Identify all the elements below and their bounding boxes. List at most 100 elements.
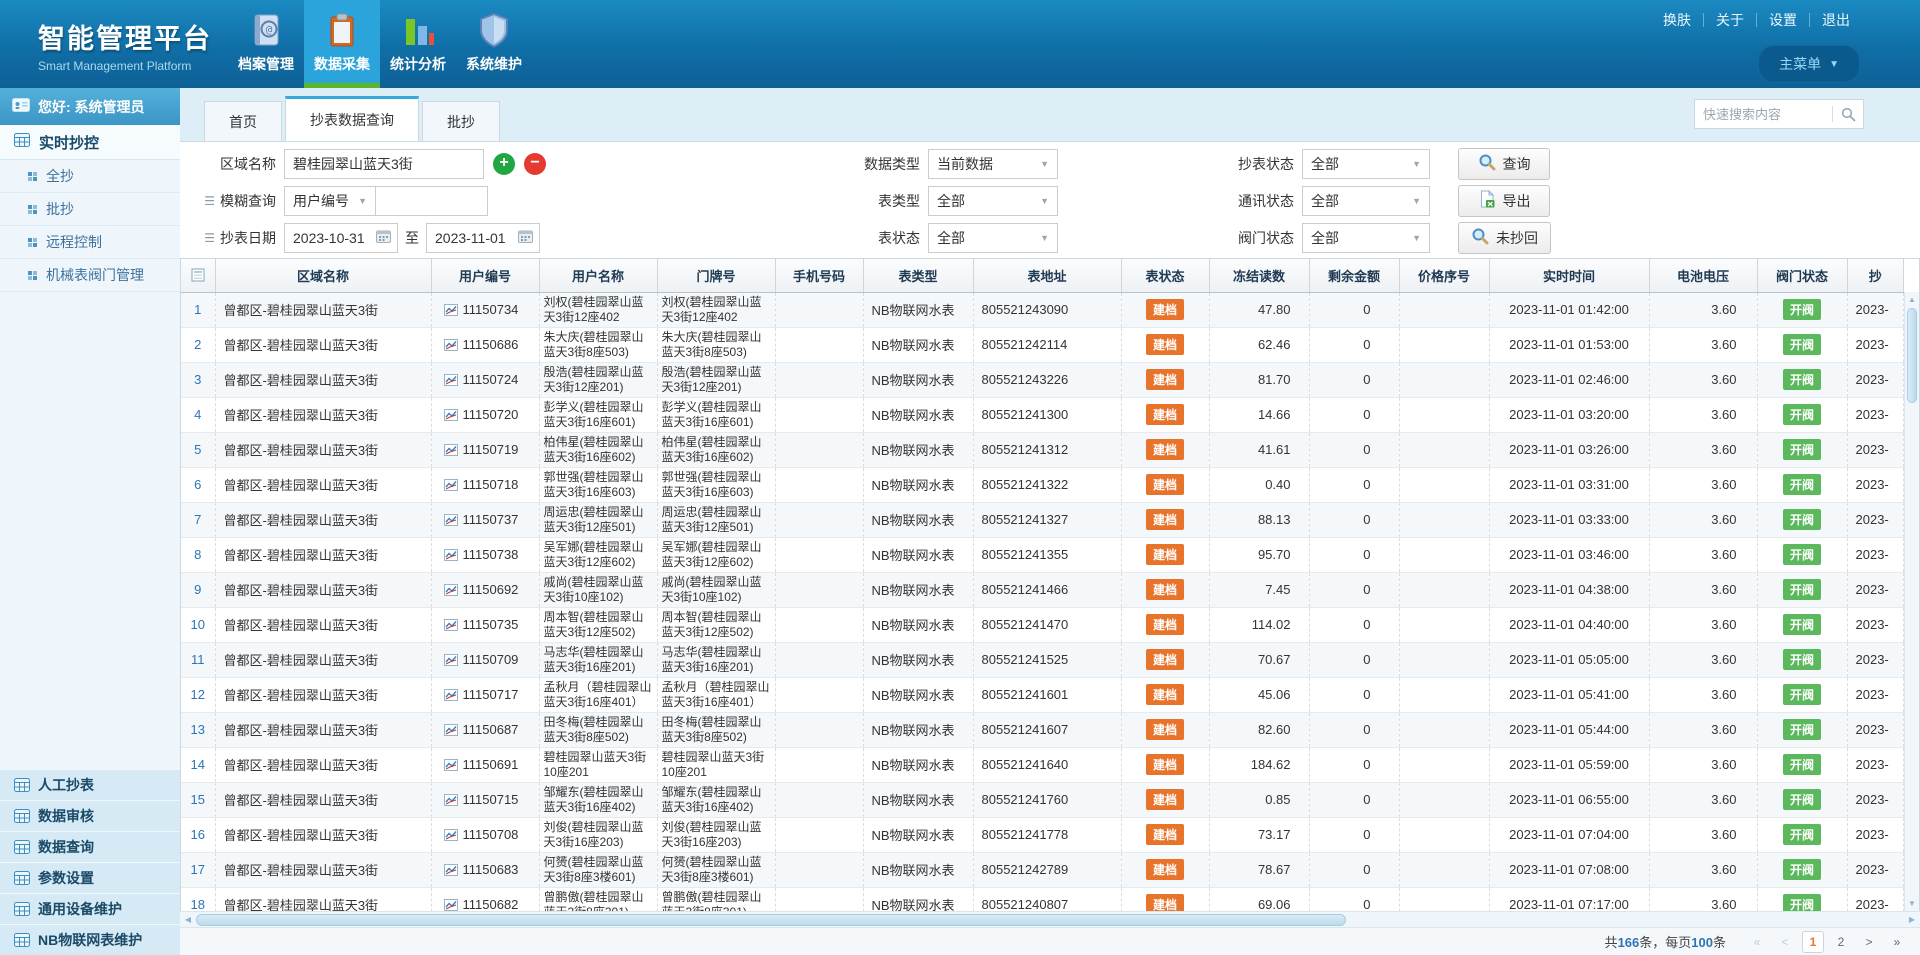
date-to-input[interactable]: 2023-11-01 [426, 223, 540, 253]
nav-archive-manage[interactable]: @档案管理 [228, 0, 304, 88]
comm-status-select[interactable]: 全部▼ [1302, 186, 1430, 216]
table-row[interactable]: 18曾都区-碧桂园翠山蓝天3街11150682曾鹏傲(碧桂园翠山蓝天3街8座30… [181, 887, 1904, 911]
table-row[interactable]: 10曾都区-碧桂园翠山蓝天3街11150735周本智(碧桂园翠山蓝天3街12座5… [181, 607, 1904, 642]
date-from-input[interactable]: 2023-10-31 [284, 223, 398, 253]
export-button[interactable]: 导出 [1458, 185, 1550, 217]
top-link-skin[interactable]: 换肤 [1651, 10, 1703, 30]
table-row[interactable]: 16曾都区-碧桂园翠山蓝天3街11150708刘俊(碧桂园翠山蓝天3街16座20… [181, 817, 1904, 852]
table-row[interactable]: 5曾都区-碧桂园翠山蓝天3街11150719柏伟星(碧桂园翠山蓝天3街16座60… [181, 432, 1904, 467]
sidebar-item-batch-read[interactable]: 批抄 [0, 193, 180, 226]
vertical-scroll-track[interactable] [1905, 404, 1919, 896]
cell-meter-address: 805521241778 [973, 817, 1121, 852]
add-area-button[interactable]: + [493, 153, 515, 175]
cell-frozen-reading: 78.67 [1209, 852, 1309, 887]
table-row[interactable]: 3曾都区-碧桂园翠山蓝天3街11150724殷浩(碧桂园翠山蓝天3街12座201… [181, 362, 1904, 397]
top-link-settings[interactable]: 设置 [1757, 10, 1809, 30]
calendar-icon[interactable] [376, 229, 391, 246]
sidebar-accordion: 人工抄表数据审核数据查询参数设置通用设备维护NB物联网表维护 [0, 769, 180, 955]
status-badge: 建档 [1146, 579, 1184, 600]
table-row[interactable]: 12曾都区-碧桂园翠山蓝天3街11150717孟秋月（碧桂园翠山蓝天3街16座4… [181, 677, 1904, 712]
sidebar-item-data-query[interactable]: 数据查询 [0, 831, 180, 862]
calendar-icon[interactable] [518, 229, 533, 246]
main-menu-label: 主菜单 [1779, 54, 1821, 74]
vertical-scrollbar[interactable]: ▲ ▼ [1904, 292, 1919, 911]
cell-valve-status: 开阀 [1757, 642, 1847, 677]
cell-read-time: 2023- [1847, 362, 1904, 397]
table-row[interactable]: 9曾都区-碧桂园翠山蓝天3街11150692戚尚(碧桂园翠山蓝天3街10座102… [181, 572, 1904, 607]
table-row[interactable]: 8曾都区-碧桂园翠山蓝天3街11150738吴军娜(碧桂园翠山蓝天3街12座60… [181, 537, 1904, 572]
quick-search-input[interactable] [1695, 107, 1832, 122]
fuzzy-query-input[interactable] [376, 186, 488, 216]
sidebar-item-manual-read[interactable]: 人工抄表 [0, 769, 180, 800]
nav-system-maintain[interactable]: 系统维护 [456, 0, 532, 88]
cell-realtime-time: 2023-11-01 03:31:00 [1489, 467, 1649, 502]
table-row[interactable]: 17曾都区-碧桂园翠山蓝天3街11150683何赟(碧桂园翠山蓝天3街8座3楼6… [181, 852, 1904, 887]
sidebar-item-param-settings[interactable]: 参数设置 [0, 862, 180, 893]
filter-row-2: ☰ 模糊查询 用户编号▼ 表类型 全部▼ 通讯状态 [180, 182, 1920, 219]
nav-stats-analysis[interactable]: 统计分析 [380, 0, 456, 88]
scroll-up-icon[interactable]: ▲ [1905, 292, 1919, 307]
cell-balance: 0 [1309, 467, 1399, 502]
main-menu-button[interactable]: 主菜单 ▼ [1758, 45, 1860, 83]
usage-chart-icon [444, 514, 458, 526]
vertical-scroll-thumb[interactable] [1907, 308, 1917, 403]
tab-meter-data-query[interactable]: 抄表数据查询 [285, 96, 419, 141]
sidebar-section-realtime-read[interactable]: 实时抄控 [0, 125, 180, 160]
pager-page-2[interactable]: 2 [1830, 931, 1852, 953]
valve-badge: 开阀 [1783, 439, 1821, 460]
nav-data-collect[interactable]: 数据采集 [304, 0, 380, 88]
cell-meter-type: NB物联网水表 [863, 782, 973, 817]
scroll-down-icon[interactable]: ▼ [1905, 896, 1919, 911]
sidebar-item-full-read[interactable]: 全抄 [0, 160, 180, 193]
query-button[interactable]: 查询 [1458, 148, 1550, 180]
cell-region-name: 曾都区-碧桂园翠山蓝天3街 [215, 467, 431, 502]
horizontal-scrollbar[interactable]: ◀ ▶ [180, 911, 1920, 927]
search-icon[interactable] [1833, 107, 1863, 122]
table-row[interactable]: 1曾都区-碧桂园翠山蓝天3街11150734刘权(碧桂园翠山蓝天3街12座402… [181, 292, 1904, 327]
table-row[interactable]: 11曾都区-碧桂园翠山蓝天3街11150709马志华(碧桂园翠山蓝天3街16座2… [181, 642, 1904, 677]
valve-badge: 开阀 [1783, 894, 1821, 911]
sidebar-item-device-maintain[interactable]: 通用设备维护 [0, 893, 180, 924]
scroll-right-icon[interactable]: ▶ [1904, 915, 1920, 924]
pager-page-1[interactable]: 1 [1802, 931, 1824, 953]
remove-area-button[interactable]: − [524, 153, 546, 175]
cell-phone [775, 817, 863, 852]
unread-button[interactable]: 未抄回 [1458, 222, 1551, 254]
cell-frozen-reading: 62.46 [1209, 327, 1309, 362]
cell-phone [775, 887, 863, 911]
top-link-logout[interactable]: 退出 [1810, 10, 1862, 30]
meter-status-select[interactable]: 全部▼ [928, 223, 1058, 253]
cell-phone [775, 432, 863, 467]
area-name-input[interactable] [284, 149, 484, 179]
table-row[interactable]: 7曾都区-碧桂园翠山蓝天3街11150737周运忠(碧桂园翠山蓝天3街12座50… [181, 502, 1904, 537]
cell-valve-status: 开阀 [1757, 852, 1847, 887]
scroll-left-icon[interactable]: ◀ [180, 915, 196, 924]
sidebar-item-nb-meter-maintain[interactable]: NB物联网表维护 [0, 924, 180, 955]
valve-status-select[interactable]: 全部▼ [1302, 223, 1430, 253]
tab-batch-read[interactable]: 批抄 [422, 101, 500, 141]
barchart-icon [400, 9, 436, 51]
table-row[interactable]: 2曾都区-碧桂园翠山蓝天3街11150686朱大庆(碧桂园翠山蓝天3街8座503… [181, 327, 1904, 362]
pager-last-page[interactable]: » [1886, 931, 1908, 953]
fuzzy-field-select[interactable]: 用户编号▼ [284, 186, 376, 216]
cell-region-name: 曾都区-碧桂园翠山蓝天3街 [215, 607, 431, 642]
table-row[interactable]: 15曾都区-碧桂园翠山蓝天3街11150715邹耀东(碧桂园翠山蓝天3街16座4… [181, 782, 1904, 817]
cell-price-no [1399, 432, 1489, 467]
pager-next-page[interactable]: > [1858, 931, 1880, 953]
sidebar-item-mechanical-valve-manage[interactable]: 机械表阀门管理 [0, 259, 180, 292]
horizontal-scroll-thumb[interactable] [196, 914, 1346, 926]
meter-type-select[interactable]: 全部▼ [928, 186, 1058, 216]
sidebar-submenu: 全抄批抄远程控制机械表阀门管理 [0, 160, 180, 292]
chevron-down-icon: ▼ [1829, 59, 1839, 70]
top-link-about[interactable]: 关于 [1704, 10, 1756, 30]
read-status-select[interactable]: 全部▼ [1302, 149, 1430, 179]
tab-home[interactable]: 首页 [204, 101, 282, 141]
table-row[interactable]: 4曾都区-碧桂园翠山蓝天3街11150720彭学义(碧桂园翠山蓝天3街16座60… [181, 397, 1904, 432]
table-row[interactable]: 13曾都区-碧桂园翠山蓝天3街11150687田冬梅(碧桂园翠山蓝天3街8座50… [181, 712, 1904, 747]
table-row[interactable]: 14曾都区-碧桂园翠山蓝天3街11150691碧桂园翠山蓝天3街10座201碧桂… [181, 747, 1904, 782]
sidebar-item-data-audit[interactable]: 数据审核 [0, 800, 180, 831]
table-row[interactable]: 6曾都区-碧桂园翠山蓝天3街11150718郭世强(碧桂园翠山蓝天3街16座60… [181, 467, 1904, 502]
sidebar-item-remote-control[interactable]: 远程控制 [0, 226, 180, 259]
row-number: 7 [181, 502, 215, 537]
data-type-select[interactable]: 当前数据▼ [928, 149, 1058, 179]
